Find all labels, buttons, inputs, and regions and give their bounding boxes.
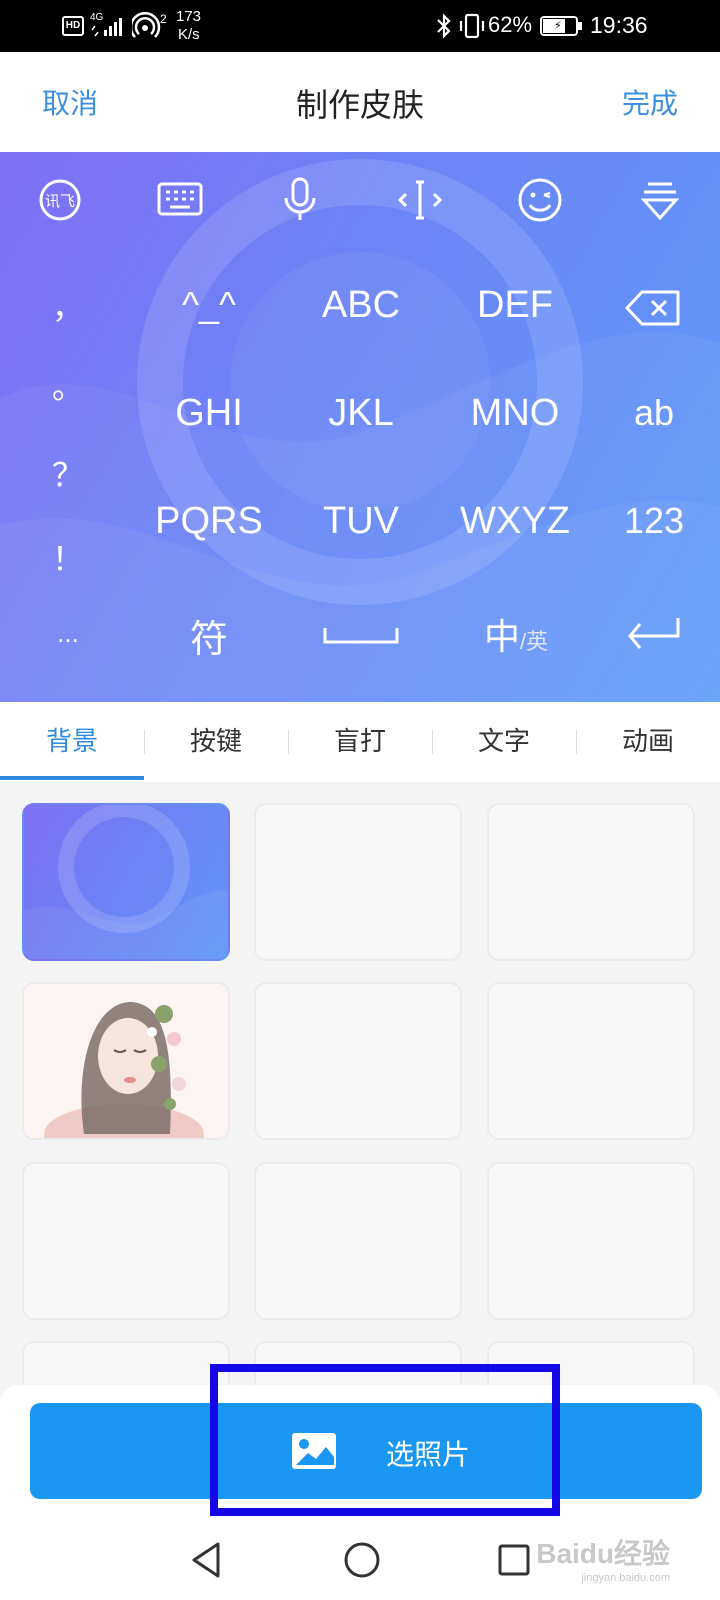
watermark-url: jingyan.baidu.com [581,1572,670,1584]
key-ab-switch[interactable]: ab [606,392,702,434]
lang-sub-label: /英 [520,629,549,654]
annotation-highlight-box [210,1364,560,1516]
key-jkl[interactable]: JKL [286,392,436,435]
key-pqrs[interactable]: PQRS [134,500,284,543]
tab-animation[interactable]: 动画 [576,702,720,782]
background-slot-empty[interactable] [254,982,462,1140]
sim2-indicator: 2 [160,12,167,26]
vibrate-icon [459,13,485,39]
active-tab-indicator [0,776,144,780]
key-123-switch[interactable]: 123 [606,500,702,542]
title-bar: 制作皮肤 取消 完成 [0,52,720,152]
key-symbols[interactable]: 符 [134,608,284,663]
symbol-key-ellipsis[interactable]: ... [48,618,88,649]
girl-portrait-image [44,1002,204,1138]
hotspot-icon [132,12,161,38]
microphone-icon[interactable] [276,176,324,224]
keyboard-icon[interactable] [156,176,204,224]
hd-badge: HD [62,16,84,36]
background-slot-empty[interactable] [487,1162,695,1320]
symbol-key-period[interactable]: 。 [48,362,88,408]
key-ghi[interactable]: GHI [134,392,284,435]
back-nav-icon[interactable] [188,1540,224,1580]
tab-background[interactable]: 背景 [0,702,144,782]
hd-text: HD [65,20,81,31]
background-option-ifly-blue[interactable] [22,803,230,961]
backspace-icon[interactable] [624,288,682,328]
bluetooth-icon [437,13,451,39]
symbol-key-exclamation[interactable]: ！ [48,534,88,580]
tab-keys[interactable]: 按键 [144,702,288,782]
space-bar-icon[interactable] [322,618,400,648]
key-mno[interactable]: MNO [440,392,590,435]
background-option-girl-illustration[interactable] [22,982,230,1140]
battery-percent: 62% [488,12,533,37]
cancel-button[interactable]: 取消 [42,82,98,122]
ifly-thumbnail-art [24,805,228,959]
svg-text:讯飞: 讯飞 [45,192,75,210]
clock: 19:36 [590,12,648,38]
background-slot-empty[interactable] [254,803,462,961]
tab-text[interactable]: 文字 [432,702,576,782]
background-slot-empty[interactable] [254,1162,462,1320]
home-nav-icon[interactable] [342,1540,382,1580]
customize-tabs: 背景 按键 盲打 文字 动画 [0,702,720,782]
symbol-key-comma[interactable]: ， [48,282,88,328]
net-speed-value: 173 [176,8,202,25]
ifly-logo-icon[interactable]: 讯飞 [36,176,84,224]
key-wxyz[interactable]: WXYZ [440,500,590,543]
signal-icon [91,18,122,37]
recent-apps-nav-icon[interactable] [496,1542,532,1578]
key-def[interactable]: DEF [440,284,590,327]
symbol-key-question[interactable]: ？ [48,450,88,496]
battery-tip [578,22,582,30]
collapse-keyboard-icon[interactable] [636,176,684,224]
key-tuv[interactable]: TUV [286,500,436,543]
background-slot-empty[interactable] [22,1162,230,1320]
lang-main-label: 中 [484,616,521,657]
battery-icon: ⚡ [540,16,578,36]
emoji-icon[interactable] [516,176,564,224]
done-button[interactable]: 完成 [622,82,678,122]
watermark-brand: Baidu经验 [536,1538,670,1569]
net-speed-unit: K/s [178,26,200,43]
cursor-move-icon[interactable] [396,176,444,224]
background-slot-empty[interactable] [487,803,695,961]
key-emoticon[interactable]: ^_^ [134,284,284,326]
page-title: 制作皮肤 [295,86,424,124]
enter-icon[interactable] [624,614,682,650]
baidu-jingyan-watermark: Baidu经验 jingyan.baidu.com [536,1532,670,1584]
key-abc[interactable]: ABC [286,284,436,327]
tab-blind-typing[interactable]: 盲打 [288,702,432,782]
background-slot-empty[interactable] [487,982,695,1140]
key-language-switch[interactable]: 中/英 [484,608,594,658]
keyboard-skin-preview: 讯飞 ， 。 ？ ！ ... ^_^ ABC DEF GHI JKL MNO P… [0,152,720,702]
status-bar: HD 4G 2 173 K/s 62% ⚡ 19:36 [0,0,720,52]
